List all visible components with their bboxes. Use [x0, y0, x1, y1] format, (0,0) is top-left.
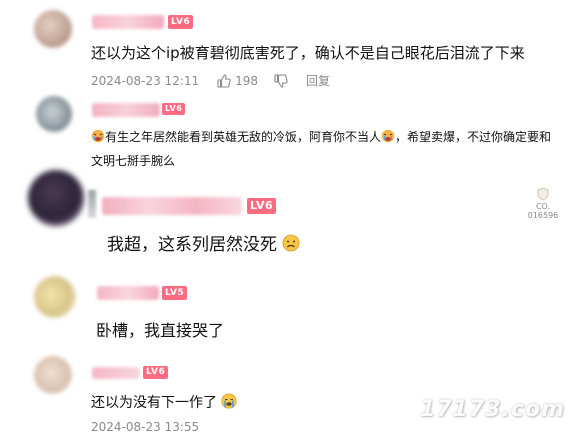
sad-face-icon [282, 234, 300, 257]
level-badge: LV5 [162, 286, 187, 300]
comment-text-line1: 有生之年居然能看到英雄无敌的冷饭，阿育你不当人 [105, 130, 381, 144]
avatar[interactable] [34, 10, 72, 48]
level-badge: LV6 [247, 198, 276, 214]
comment-meta: 2024-08-23 12:11 198 回复 [91, 72, 330, 89]
comment-time: 2024-08-23 12:11 [91, 74, 199, 88]
avatar[interactable] [28, 170, 84, 226]
comment-1: LV6 还以为这个ip被育碧彻底害死了，确认不是自己眼花后泪流了下来 2024-… [0, 0, 583, 98]
comment-text: 我超，这系列居然没死 [107, 230, 300, 257]
comment-4: LV5 卧槽，我直接哭了 [0, 270, 583, 350]
avatar[interactable] [36, 96, 72, 132]
avatar[interactable] [34, 356, 72, 394]
comment-text: 还以为这个ip被育碧彻底害死了，确认不是自己眼花后泪流了下来 [91, 42, 525, 63]
comment-time: 2024-08-23 13:55 [91, 420, 199, 434]
crying-face-icon [381, 128, 395, 150]
comment-text-line2: 文明七掰手腕么 [91, 154, 175, 168]
thumbs-down-icon[interactable] [274, 74, 288, 88]
crying-face-icon [91, 128, 105, 150]
comment-text: 有生之年居然能看到英雄无敌的冷饭，阿育你不当人 ，希望卖爆，不过你确定要和 文明… [91, 126, 551, 172]
comment-text-body: 还以为没有下一作了 [91, 395, 217, 411]
site-watermark: 17173.com [420, 397, 565, 422]
avatar-frame [88, 190, 96, 218]
comment-text: 还以为没有下一作了 [91, 392, 237, 413]
comment-3: LV6 我超，这系列居然没死 [0, 170, 583, 270]
avatar[interactable] [34, 276, 76, 318]
username[interactable] [92, 15, 164, 29]
level-badge: LV6 [162, 103, 185, 115]
comment-meta: 2024-08-23 13:55 [91, 420, 199, 434]
reply-button[interactable]: 回复 [306, 72, 330, 89]
comment-2: LV6 CO. 016596 有生之年居然能看到英雄无敌的冷饭，阿育你不当人 ，… [0, 90, 583, 170]
username[interactable] [97, 286, 159, 300]
level-badge: LV6 [168, 15, 193, 29]
comment-text-body: 我超，这系列居然没死 [107, 235, 277, 255]
username[interactable] [102, 197, 242, 215]
like-count: 198 [235, 74, 258, 88]
loudly-crying-face-icon [221, 393, 237, 413]
username[interactable] [92, 367, 140, 379]
comment-text-line1b: ，希望卖爆，不过你确定要和 [395, 130, 551, 144]
username[interactable] [92, 103, 160, 117]
level-badge: LV6 [143, 366, 168, 379]
comment-text: 卧槽，我直接哭了 [96, 317, 224, 341]
thumbs-up-icon[interactable] [217, 74, 231, 88]
